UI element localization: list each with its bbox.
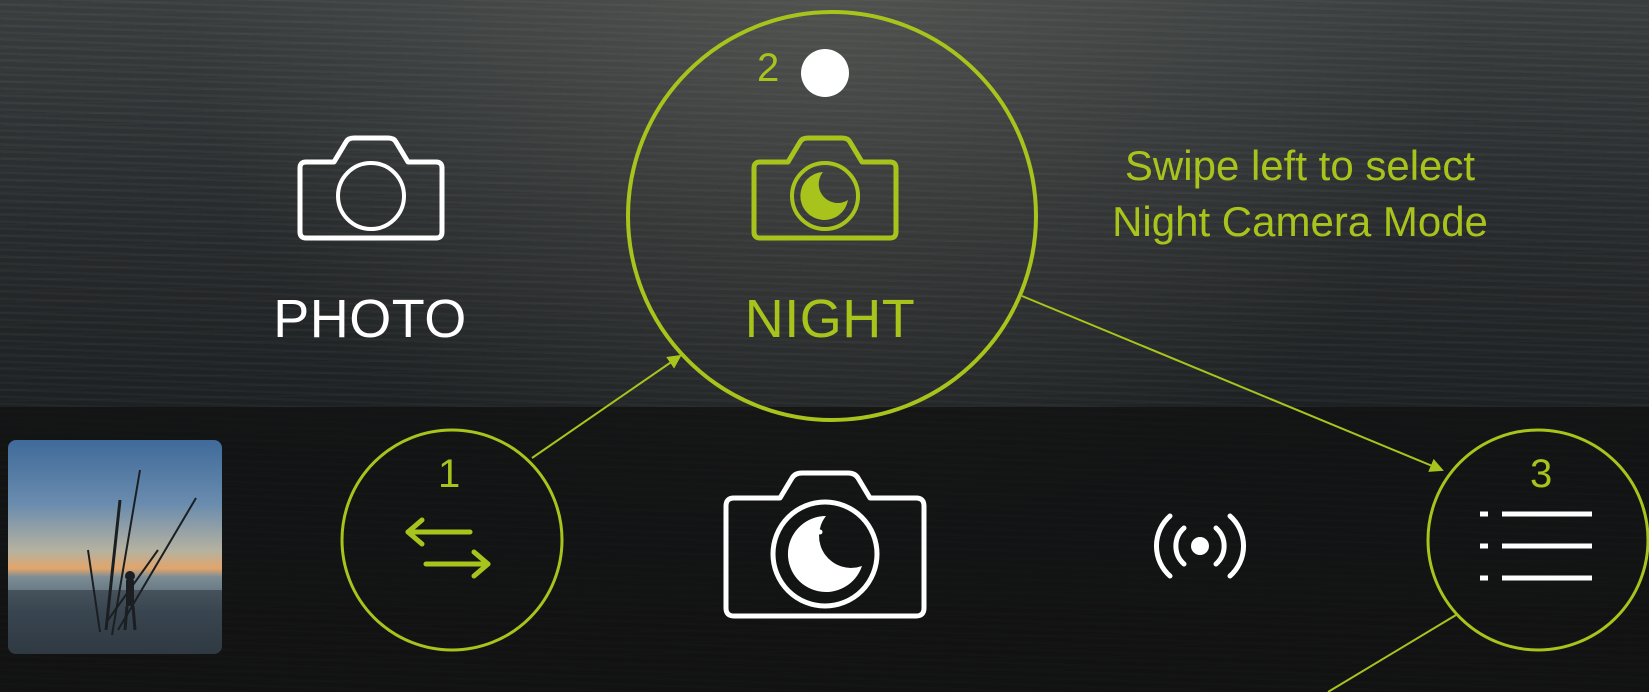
- swap-arrows-icon: [405, 517, 491, 579]
- camera-icon: [297, 135, 445, 241]
- gallery-thumbnail[interactable]: [8, 440, 222, 654]
- shutter-button[interactable]: [722, 470, 928, 627]
- switch-camera-button[interactable]: [398, 516, 498, 587]
- arrow-menu-offscreen: [1327, 614, 1457, 692]
- arrow-night-to-menu: [1021, 295, 1444, 472]
- night-camera-icon: [751, 135, 899, 241]
- thumbnail-image: [8, 469, 222, 654]
- step-number-2: 2: [757, 46, 780, 90]
- hint-text: Swipe left to select Night Camera Mode: [1060, 138, 1540, 250]
- live-broadcast-button[interactable]: [1140, 504, 1260, 593]
- night-mode-button[interactable]: [750, 134, 900, 251]
- dot-indicator-icon: [801, 49, 849, 97]
- arrow-step1-to-night: [531, 354, 682, 459]
- night-shutter-icon: [723, 470, 927, 619]
- camera-viewfinder: PHOTO NIGHT Swipe left to select Night C…: [0, 0, 1649, 692]
- list-menu-icon: [1480, 511, 1592, 581]
- night-mode-label[interactable]: NIGHT: [710, 288, 950, 350]
- hint-line-2: Night Camera Mode: [1112, 198, 1488, 245]
- step-number-3: 3: [1530, 452, 1553, 496]
- menu-button[interactable]: [1478, 508, 1594, 589]
- hint-line-1: Swipe left to select: [1124, 142, 1476, 189]
- photo-mode-button[interactable]: [296, 134, 446, 251]
- step-number-1: 1: [438, 452, 461, 496]
- photo-mode-label[interactable]: PHOTO: [250, 288, 490, 350]
- broadcast-icon: [1154, 513, 1246, 579]
